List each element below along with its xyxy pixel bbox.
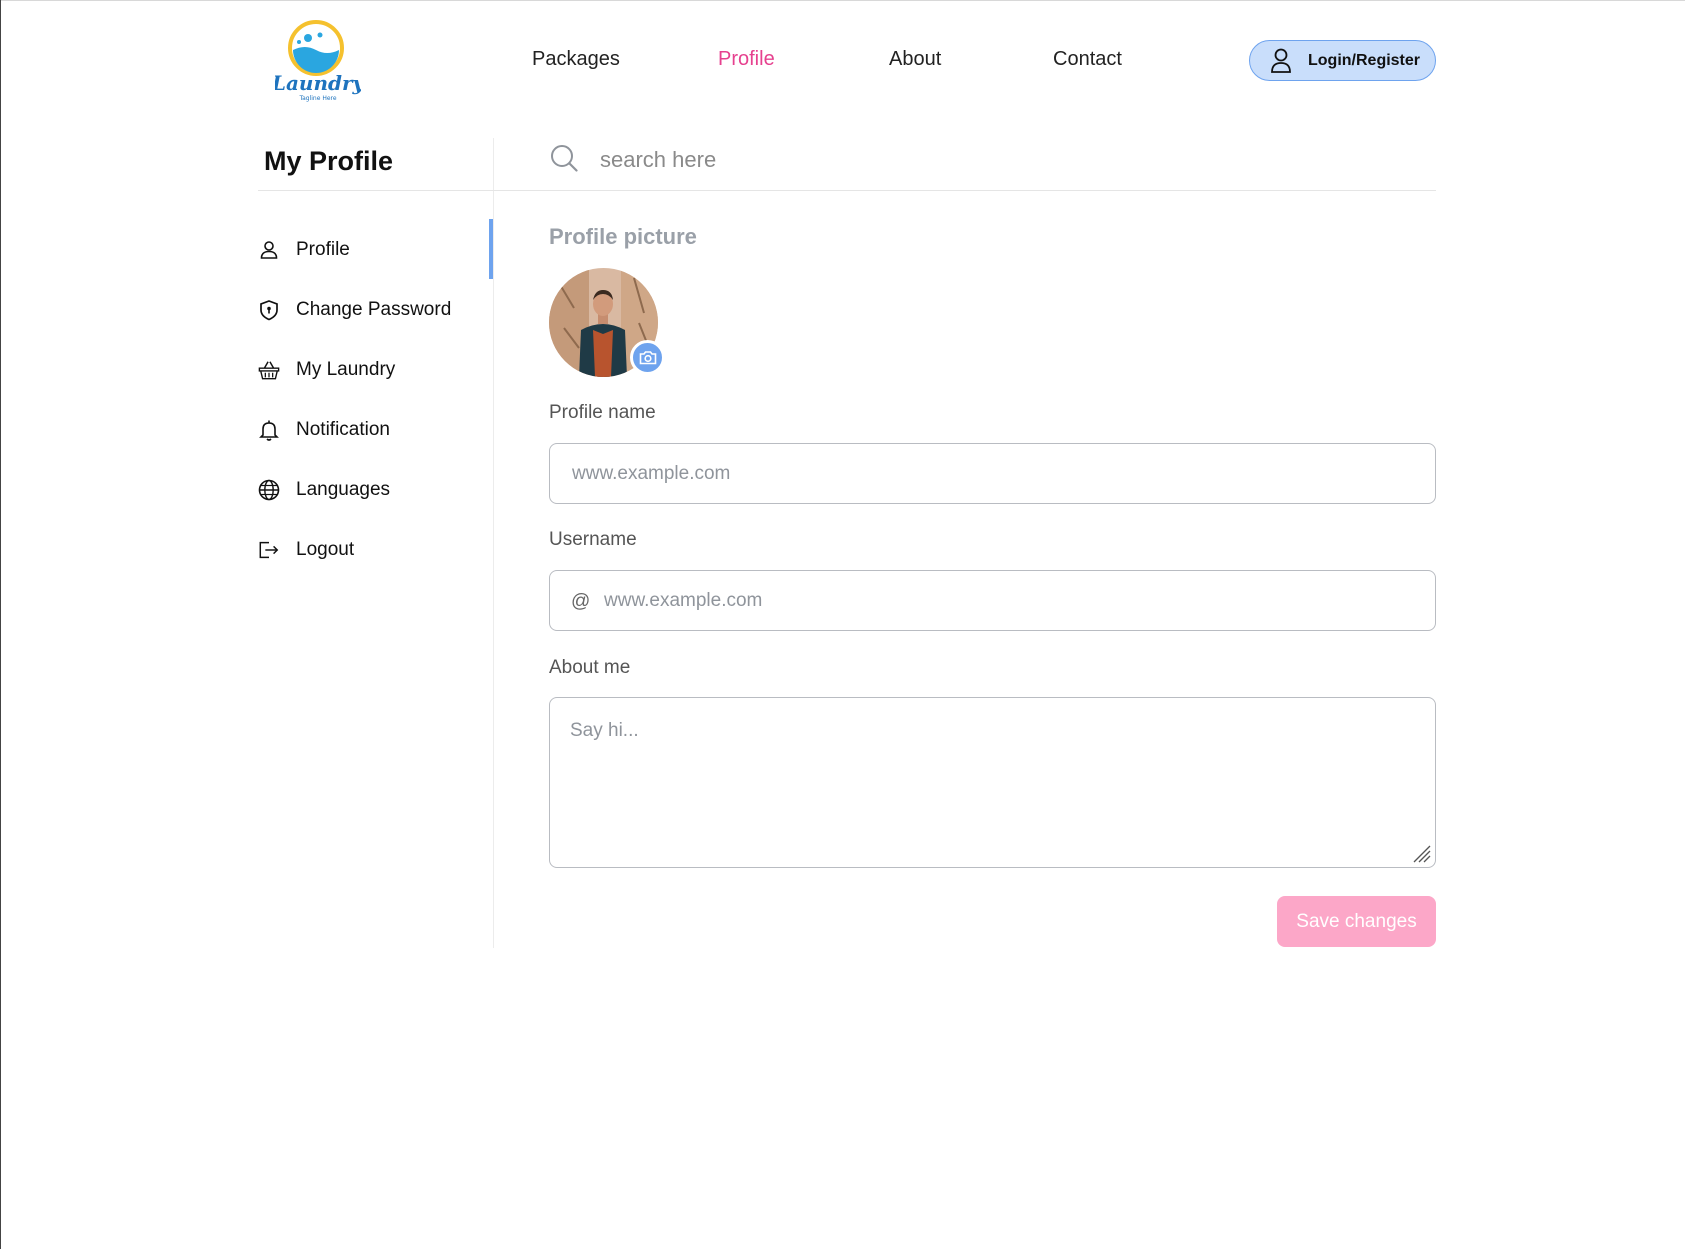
sidebar-item-my-laundry[interactable]: My Laundry bbox=[258, 359, 395, 381]
globe-icon bbox=[258, 479, 280, 501]
sidebar-item-logout[interactable]: Logout bbox=[258, 539, 354, 561]
search-icon[interactable] bbox=[550, 144, 578, 172]
svg-text:Tagline Here: Tagline Here bbox=[298, 95, 336, 102]
basket-icon bbox=[258, 359, 280, 381]
svg-text:Laundry: Laundry bbox=[275, 71, 361, 95]
sidebar-item-label: Notification bbox=[296, 419, 390, 440]
resize-handle-icon[interactable] bbox=[1410, 842, 1432, 864]
logo-icon: Laundry Tagline Here bbox=[271, 20, 366, 102]
nav-profile[interactable]: Profile bbox=[718, 48, 775, 71]
profile-picture-title: Profile picture bbox=[549, 224, 697, 249]
change-photo-button[interactable] bbox=[630, 340, 665, 375]
window-left-edge bbox=[0, 0, 1, 1249]
sidebar-item-profile[interactable]: Profile bbox=[258, 239, 350, 261]
search-divider bbox=[493, 190, 1436, 191]
about-me-textarea[interactable] bbox=[549, 697, 1436, 868]
username-at-prefix: @ bbox=[571, 591, 591, 612]
nav-about[interactable]: About bbox=[889, 48, 941, 71]
logout-icon bbox=[258, 539, 280, 561]
user-icon bbox=[1271, 48, 1291, 73]
window-top-border bbox=[0, 0, 1685, 6]
username-label: Username bbox=[549, 529, 637, 550]
profile-name-input[interactable] bbox=[549, 443, 1436, 504]
vertical-divider bbox=[493, 138, 494, 948]
nav-packages[interactable]: Packages bbox=[532, 48, 620, 71]
sidebar-item-notification[interactable]: Notification bbox=[258, 419, 390, 441]
sidebar-item-label: Languages bbox=[296, 479, 391, 500]
sidebar-item-label: Logout bbox=[296, 539, 355, 560]
sidebar-item-label: Change Password bbox=[296, 299, 452, 320]
bell-icon bbox=[258, 419, 280, 441]
user-icon bbox=[258, 239, 280, 261]
profile-name-label: Profile name bbox=[549, 402, 656, 423]
sidebar-item-label: Profile bbox=[296, 239, 350, 260]
nav-contact[interactable]: Contact bbox=[1053, 48, 1122, 71]
about-me-label: About me bbox=[549, 657, 631, 678]
sidebar-item-label: My Laundry bbox=[296, 359, 396, 380]
username-input[interactable] bbox=[549, 570, 1436, 631]
search-input[interactable] bbox=[600, 142, 1400, 178]
save-changes-button[interactable]: Save changes bbox=[1277, 896, 1436, 947]
camera-icon bbox=[639, 351, 656, 365]
sidebar-title: My Profile bbox=[264, 146, 394, 176]
sidebar-item-languages[interactable]: Languages bbox=[258, 479, 390, 501]
sidebar-divider bbox=[258, 190, 493, 191]
login-register-button[interactable]: Login/Register bbox=[1249, 40, 1436, 81]
sidebar-item-change-password[interactable]: Change Password bbox=[258, 299, 451, 321]
shield-icon bbox=[258, 299, 280, 321]
page: Laundry Tagline Here Packages Profile Ab… bbox=[0, 0, 1685, 1249]
active-indicator bbox=[489, 219, 493, 279]
login-register-label: Login/Register bbox=[1308, 51, 1421, 69]
laundry-logo[interactable]: Laundry Tagline Here bbox=[271, 18, 366, 104]
